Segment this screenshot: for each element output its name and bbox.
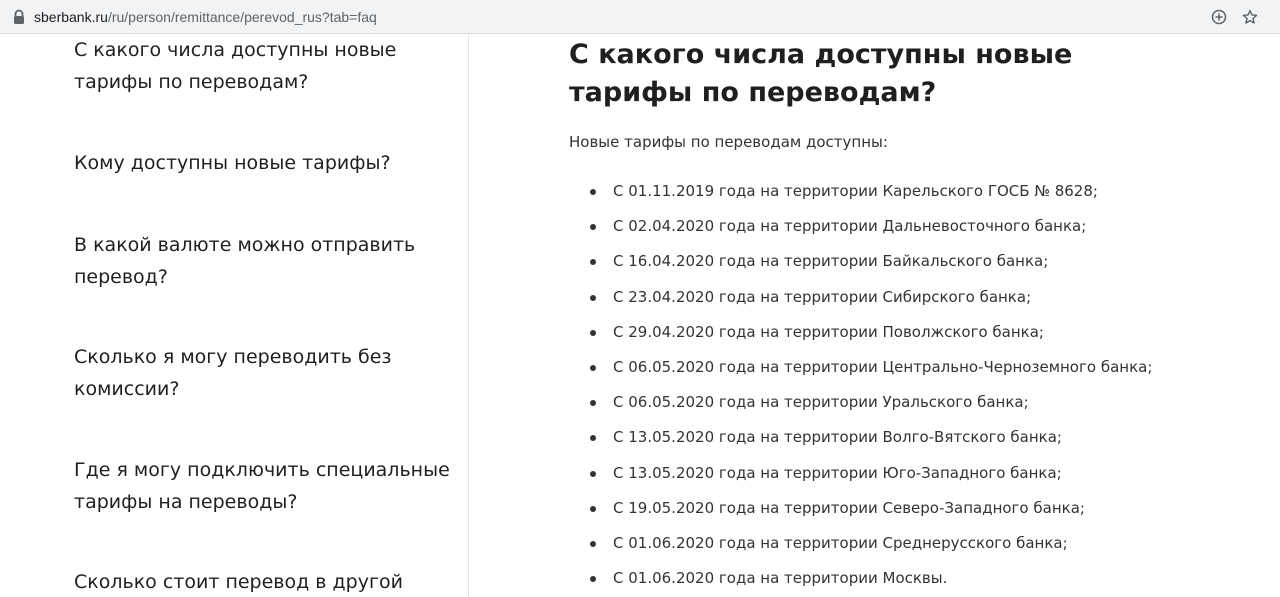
article-intro: Новые тарифы по переводам доступны: (569, 133, 888, 151)
bullet-icon (590, 259, 596, 266)
browser-address-bar: sberbank.ru/ru/person/remittance/perevod… (0, 0, 1280, 34)
list-item-text: С 13.05.2020 года на территории Юго-Запа… (613, 463, 1062, 482)
faq-item-transfer-cost[interactable]: Сколько стоит перевод в другой (74, 566, 454, 597)
faq-item-connect-tariffs[interactable]: Где я могу подключить специальные тарифы… (74, 454, 454, 518)
list-item: С 06.05.2020 года на территории Централь… (569, 357, 1152, 392)
bullet-icon (590, 364, 596, 371)
list-item-text: С 23.04.2020 года на территории Сибирско… (613, 287, 1032, 306)
star-icon[interactable] (1239, 6, 1261, 28)
list-item: С 16.04.2020 года на территории Байкальс… (569, 251, 1152, 286)
bullet-icon (590, 329, 596, 336)
lock-icon[interactable] (12, 9, 26, 25)
bullet-icon (590, 470, 596, 477)
faq-item-no-commission-limit[interactable]: Сколько я могу переводить без комиссии? (74, 341, 454, 405)
list-item-text: С 19.05.2020 года на территории Северо-З… (613, 498, 1085, 517)
list-item-text: С 02.04.2020 года на территории Дальнево… (613, 217, 1087, 236)
list-item: С 13.05.2020 года на территории Волго-Вя… (569, 427, 1152, 462)
bullet-icon (590, 576, 596, 583)
bullet-icon (590, 294, 596, 301)
list-item-text: С 06.05.2020 года на территории Централь… (613, 357, 1153, 376)
list-item: С 29.04.2020 года на территории Поволжск… (569, 322, 1152, 357)
list-item-text: С 13.05.2020 года на территории Волго-Вя… (613, 428, 1062, 447)
list-item: С 06.05.2020 года на территории Уральско… (569, 392, 1152, 427)
bullet-icon (590, 505, 596, 512)
faq-article: С какого числа доступны новые тарифы по … (470, 34, 1280, 597)
bullet-icon (590, 189, 596, 195)
list-item: С 13.05.2020 года на территории Юго-Запа… (569, 463, 1152, 498)
list-item: С 19.05.2020 года на территории Северо-З… (569, 498, 1152, 533)
list-item-text: С 01.11.2019 года на территории Карельск… (613, 182, 1098, 200)
faq-sidebar: С какого числа доступны новые тарифы по … (0, 34, 469, 597)
regions-list: С 01.11.2019 года на территории Карельск… (569, 181, 1152, 597)
list-item: С 23.04.2020 года на территории Сибирско… (569, 287, 1152, 322)
faq-item-who-eligible[interactable]: Кому доступны новые тарифы? (74, 147, 454, 179)
list-item-text: С 06.05.2020 года на территории Уральско… (613, 393, 1029, 412)
faq-item-new-tariffs-date[interactable]: С какого числа доступны новые тарифы по … (74, 34, 454, 98)
list-item-text: С 01.06.2020 года на территории Москвы. (613, 569, 948, 588)
list-item: С 01.06.2020 года на территории Среднеру… (569, 533, 1152, 568)
list-item: С 01.11.2019 года на территории Карельск… (569, 181, 1152, 216)
list-item-text: С 29.04.2020 года на территории Поволжск… (613, 322, 1044, 341)
faq-item-currency[interactable]: В какой валюте можно отправить перевод? (74, 229, 454, 293)
list-item: С 01.06.2020 года на территории Москвы. (569, 568, 1152, 597)
url-field[interactable]: sberbank.ru/ru/person/remittance/perevod… (34, 7, 377, 27)
url-domain: sberbank.ru (34, 9, 108, 25)
article-title: С какого числа доступны новые тарифы по … (569, 39, 1073, 108)
url-path: /ru/person/remittance/perevod_rus?tab=fa… (107, 9, 377, 25)
bullet-icon (590, 400, 596, 407)
bullet-icon (590, 540, 596, 547)
list-item: С 02.04.2020 года на территории Дальнево… (569, 216, 1152, 251)
bullet-icon (590, 435, 596, 442)
add-icon[interactable] (1208, 6, 1230, 28)
list-item-text: С 01.06.2020 года на территории Среднеру… (613, 533, 1068, 552)
list-item-text: С 16.04.2020 года на территории Байкальс… (613, 252, 1049, 271)
bullet-icon (590, 224, 596, 231)
